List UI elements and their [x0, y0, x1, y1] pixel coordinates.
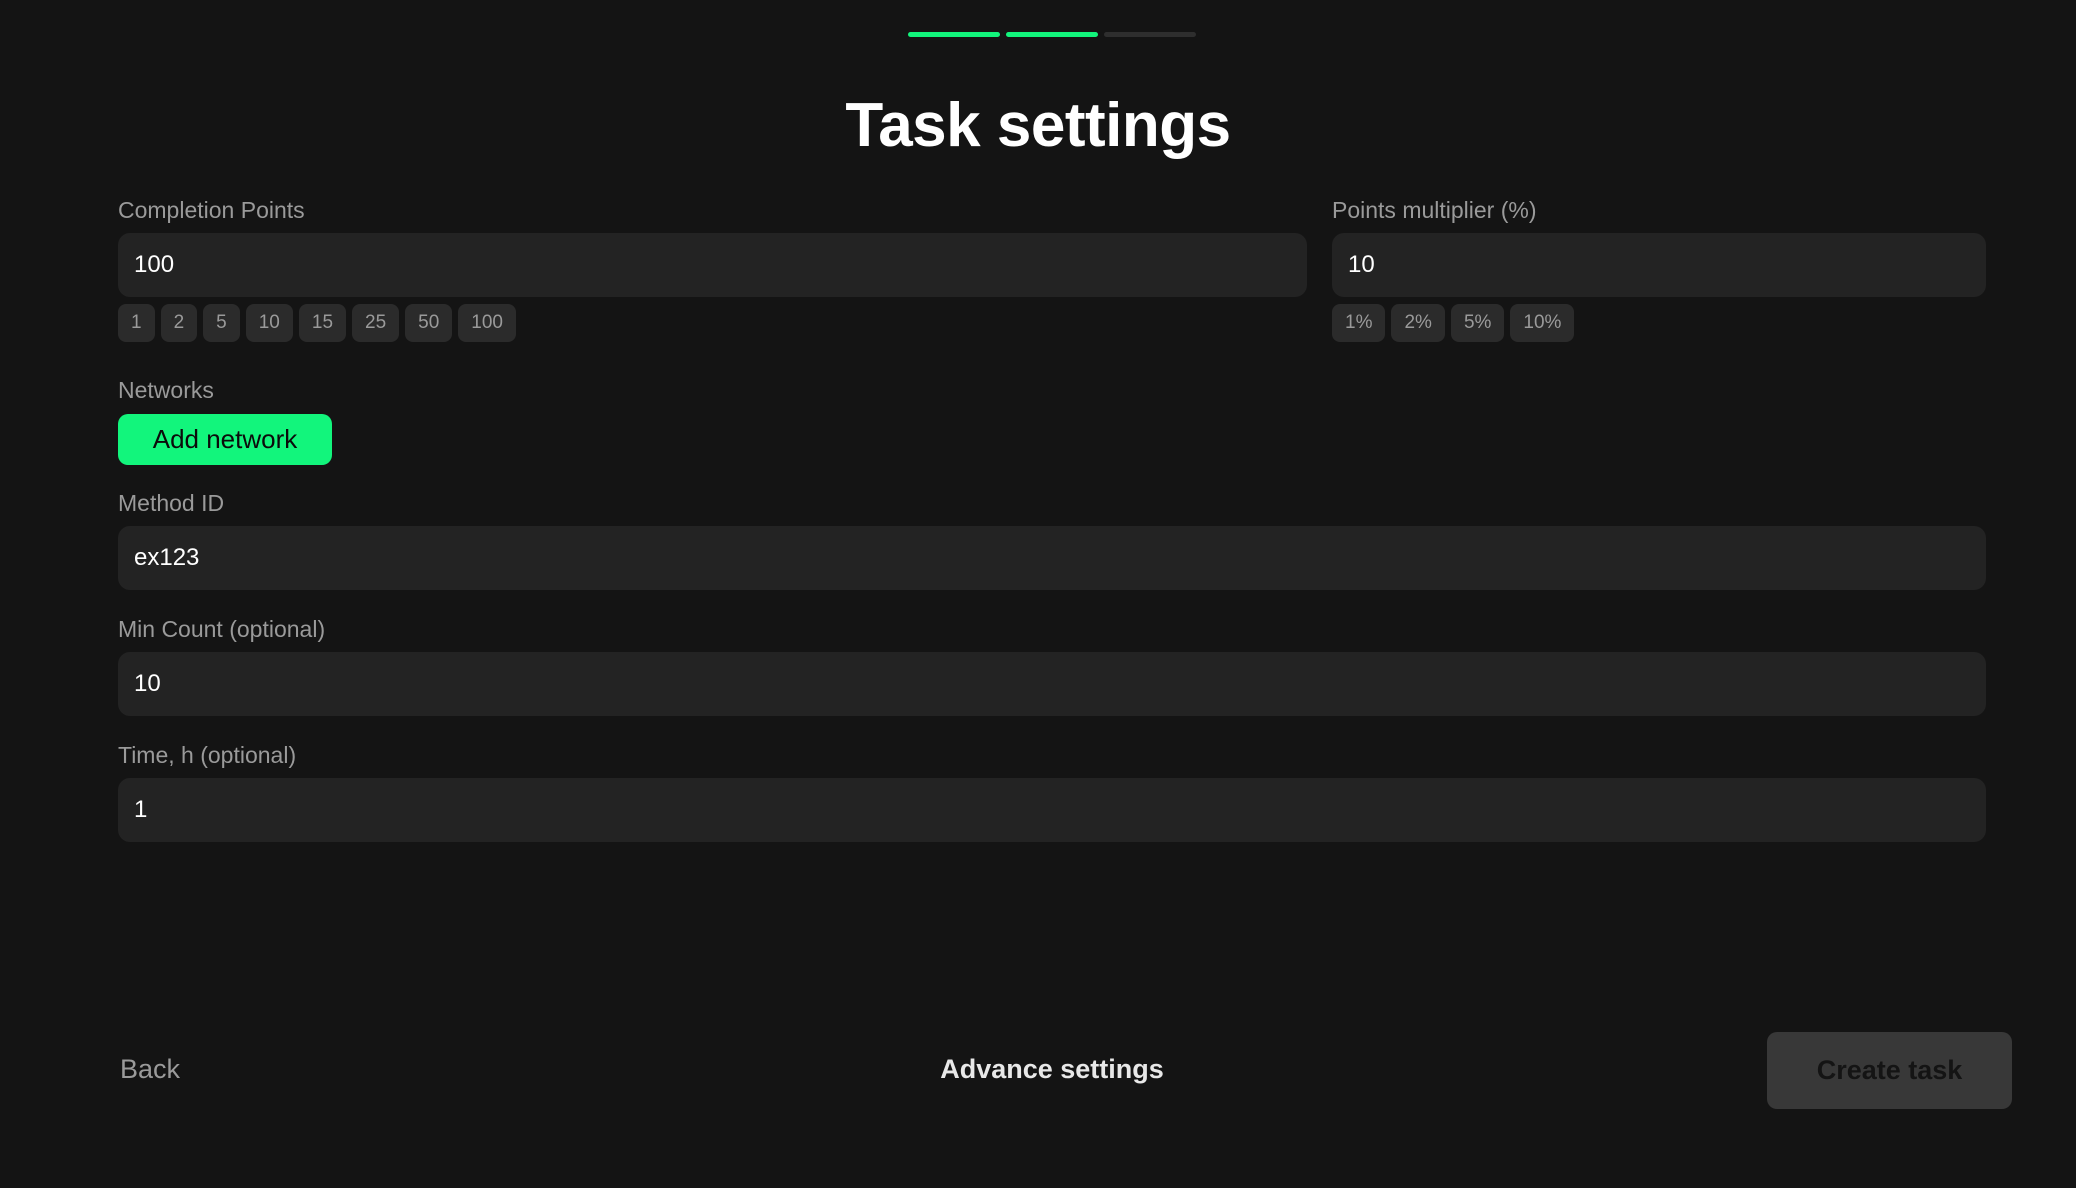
time-input[interactable]: 1 — [118, 778, 1986, 842]
completion-points-presets: 1 2 5 10 15 25 50 100 — [118, 304, 516, 342]
progress-step-3 — [1104, 32, 1196, 37]
completion-points-input[interactable]: 100 — [118, 233, 1307, 297]
add-network-button[interactable]: Add network — [118, 414, 332, 465]
points-multiplier-label: Points multiplier (%) — [1332, 197, 1537, 223]
time-label: Time, h (optional) — [118, 742, 297, 768]
multiplier-preset-chip[interactable]: 1% — [1332, 304, 1386, 342]
progress-step-1 — [908, 32, 1000, 37]
multiplier-preset-chip[interactable]: 2% — [1391, 304, 1445, 342]
points-multiplier-presets: 1% 2% 5% 10% — [1332, 304, 1575, 342]
progress-steps — [908, 32, 1196, 37]
points-preset-chip[interactable]: 1 — [118, 304, 155, 342]
min-count-label: Min Count (optional) — [118, 616, 326, 642]
points-preset-chip[interactable]: 10 — [245, 304, 293, 342]
multiplier-preset-chip[interactable]: 10% — [1510, 304, 1575, 342]
back-button[interactable]: Back — [120, 1054, 180, 1085]
method-id-input[interactable]: ex123 — [118, 526, 1986, 590]
points-preset-chip[interactable]: 100 — [458, 304, 516, 342]
multiplier-preset-chip[interactable]: 5% — [1450, 304, 1505, 342]
completion-points-label: Completion Points — [118, 197, 305, 223]
min-count-input[interactable]: 10 — [118, 652, 1986, 716]
networks-label: Networks — [118, 377, 214, 403]
task-settings-page: Task settings Completion Points 100 1 2 … — [0, 0, 2076, 1188]
points-preset-chip[interactable]: 2 — [160, 304, 198, 342]
points-preset-chip[interactable]: 50 — [405, 304, 453, 342]
progress-step-2 — [1006, 32, 1098, 37]
method-id-label: Method ID — [118, 490, 225, 516]
advance-settings-button[interactable]: Advance settings — [940, 1054, 1164, 1084]
create-task-button[interactable]: Create task — [1767, 1032, 2012, 1109]
points-preset-chip[interactable]: 25 — [352, 304, 400, 342]
points-preset-chip[interactable]: 5 — [203, 304, 240, 342]
advance-settings-row: Advance settings — [0, 1054, 2076, 1085]
points-preset-chip[interactable]: 15 — [298, 304, 347, 342]
page-title: Task settings — [845, 91, 1231, 160]
points-multiplier-input[interactable]: 10 — [1332, 233, 1986, 297]
